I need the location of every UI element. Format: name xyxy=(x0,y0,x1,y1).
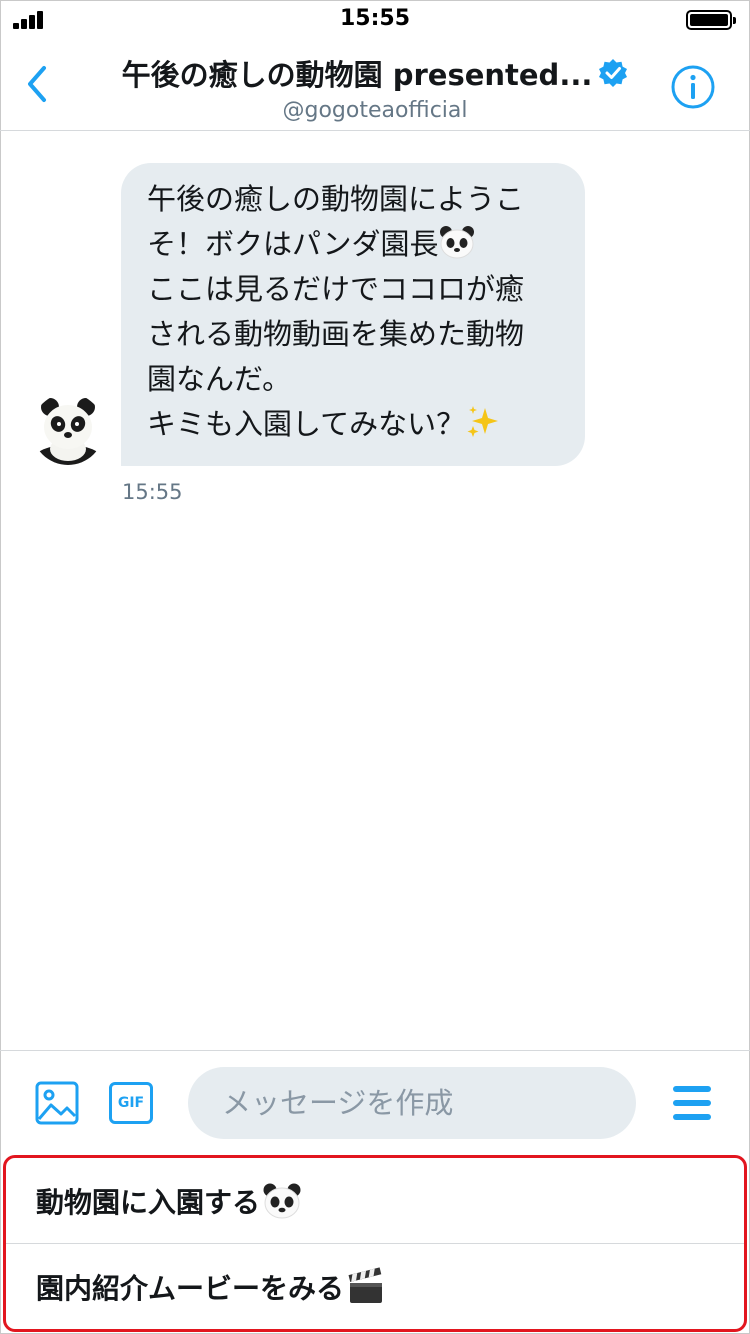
image-icon[interactable] xyxy=(35,1081,79,1125)
gif-icon[interactable]: GIF xyxy=(109,1082,153,1124)
battery-icon xyxy=(686,10,736,30)
message-line: 午後の癒しの動物園にようこ xyxy=(147,182,525,216)
message-line: キミも入園してみない？ xyxy=(147,402,565,447)
conversation-title-block[interactable]: 午後の癒しの動物園 presented... @gogoteaofficial xyxy=(90,52,660,123)
info-icon[interactable] xyxy=(670,64,716,110)
composer-bar: GIF xyxy=(0,1050,750,1155)
back-icon[interactable] xyxy=(22,62,54,106)
conversation-title: 午後の癒しの動物園 presented... xyxy=(121,58,593,92)
panda-emoji-icon xyxy=(440,226,475,259)
quick-reply-watch-tour-movie[interactable]: 園内紹介ムービーをみる xyxy=(6,1244,744,1329)
panda-avatar-image xyxy=(32,393,104,465)
status-time: 15:55 xyxy=(339,6,411,31)
quick-reply-enter-zoo[interactable]: 動物園に入園する xyxy=(6,1158,744,1244)
message-line: される動物動画を集めた動物 xyxy=(147,317,525,351)
clapper-board-icon xyxy=(348,1266,383,1303)
quick-reply-label: 動物園に入園する xyxy=(36,1185,261,1219)
account-handle: @gogoteaofficial xyxy=(282,98,468,123)
message-line: 園なんだ。 xyxy=(147,362,292,396)
sparkles-icon xyxy=(467,406,499,437)
status-bar: 15:55 xyxy=(0,0,750,40)
panda-emoji-icon xyxy=(263,1183,301,1218)
message-timestamp: 15:55 xyxy=(122,480,183,504)
avatar[interactable] xyxy=(32,393,104,465)
message-input[interactable] xyxy=(188,1067,636,1139)
quick-reply-label: 園内紹介ムービーをみる xyxy=(36,1271,345,1305)
message-line: そ！ボクはパンダ園長 xyxy=(147,222,565,267)
quick-reply-options: 動物園に入園する 園内紹介ムービーをみる xyxy=(3,1155,747,1332)
conversation-header: 午後の癒しの動物園 presented... @gogoteaofficial xyxy=(0,40,750,131)
verified-icon xyxy=(599,59,628,87)
message-line: ここは見るだけでココロが癒 xyxy=(147,272,525,306)
message-bubble[interactable]: 午後の癒しの動物園にようこ そ！ボクはパンダ園長 ここは見るだけでココロが癒 さ… xyxy=(121,163,585,466)
menu-icon[interactable] xyxy=(673,1086,711,1120)
